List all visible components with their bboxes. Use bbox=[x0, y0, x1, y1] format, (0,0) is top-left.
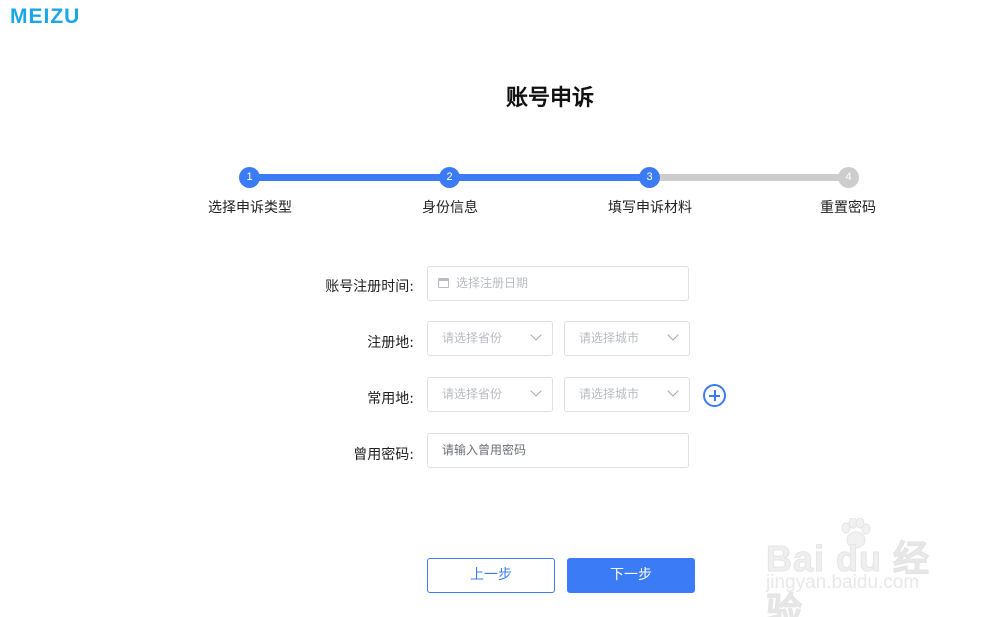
frequent-city-placeholder: 请选择城市 bbox=[579, 387, 640, 401]
step-connector-1-2 bbox=[250, 174, 450, 181]
frequent-city-select[interactable]: 请选择城市 bbox=[564, 377, 690, 412]
step-1-dot: 1 bbox=[239, 167, 260, 188]
step-2-label: 身份信息 bbox=[422, 200, 478, 216]
step-3-label: 填写申诉材料 bbox=[608, 200, 692, 216]
chevron-down-icon bbox=[530, 385, 542, 397]
frequent-place-label: 常用地: bbox=[367, 391, 414, 407]
registration-city-placeholder: 请选择城市 bbox=[579, 331, 640, 345]
chevron-down-icon bbox=[530, 329, 542, 341]
registration-place-label: 注册地: bbox=[367, 335, 414, 351]
step-4-label: 重置密码 bbox=[820, 200, 876, 216]
registration-city-select[interactable]: 请选择城市 bbox=[564, 321, 690, 356]
calendar-icon bbox=[438, 278, 449, 288]
registration-province-select[interactable]: 请选择省份 bbox=[427, 321, 553, 356]
meizu-logo[interactable]: MEIZU bbox=[10, 5, 80, 29]
step-4-dot: 4 bbox=[838, 167, 859, 188]
chevron-down-icon bbox=[667, 385, 679, 397]
previous-step-button[interactable]: 上一步 bbox=[427, 558, 555, 593]
step-connector-3-4 bbox=[650, 174, 848, 181]
registration-date-placeholder: 选择注册日期 bbox=[456, 276, 529, 290]
step-1-label: 选择申诉类型 bbox=[208, 200, 292, 216]
used-password-label: 曾用密码: bbox=[353, 447, 414, 463]
next-step-button[interactable]: 下一步 bbox=[567, 558, 695, 593]
add-frequent-place-plus-circle-icon[interactable] bbox=[703, 384, 726, 407]
page-title: 账号申诉 bbox=[505, 86, 594, 111]
baidu-jingyan-watermark: Bai du 经验 jingyan.baidu.com bbox=[766, 518, 966, 617]
step-2-dot: 2 bbox=[439, 167, 460, 188]
frequent-province-placeholder: 请选择省份 bbox=[442, 387, 503, 401]
step-connector-2-3 bbox=[450, 174, 650, 181]
registration-time-label: 账号注册时间: bbox=[325, 279, 414, 295]
registration-province-placeholder: 请选择省份 bbox=[442, 331, 503, 345]
used-password-input[interactable]: 请输入曾用密码 bbox=[427, 433, 689, 468]
watermark-sub-text: jingyan.baidu.com bbox=[766, 572, 920, 593]
chevron-down-icon bbox=[667, 329, 679, 341]
registration-date-picker[interactable]: 选择注册日期 bbox=[427, 266, 689, 301]
step-3-dot: 3 bbox=[639, 167, 660, 188]
frequent-province-select[interactable]: 请选择省份 bbox=[427, 377, 553, 412]
